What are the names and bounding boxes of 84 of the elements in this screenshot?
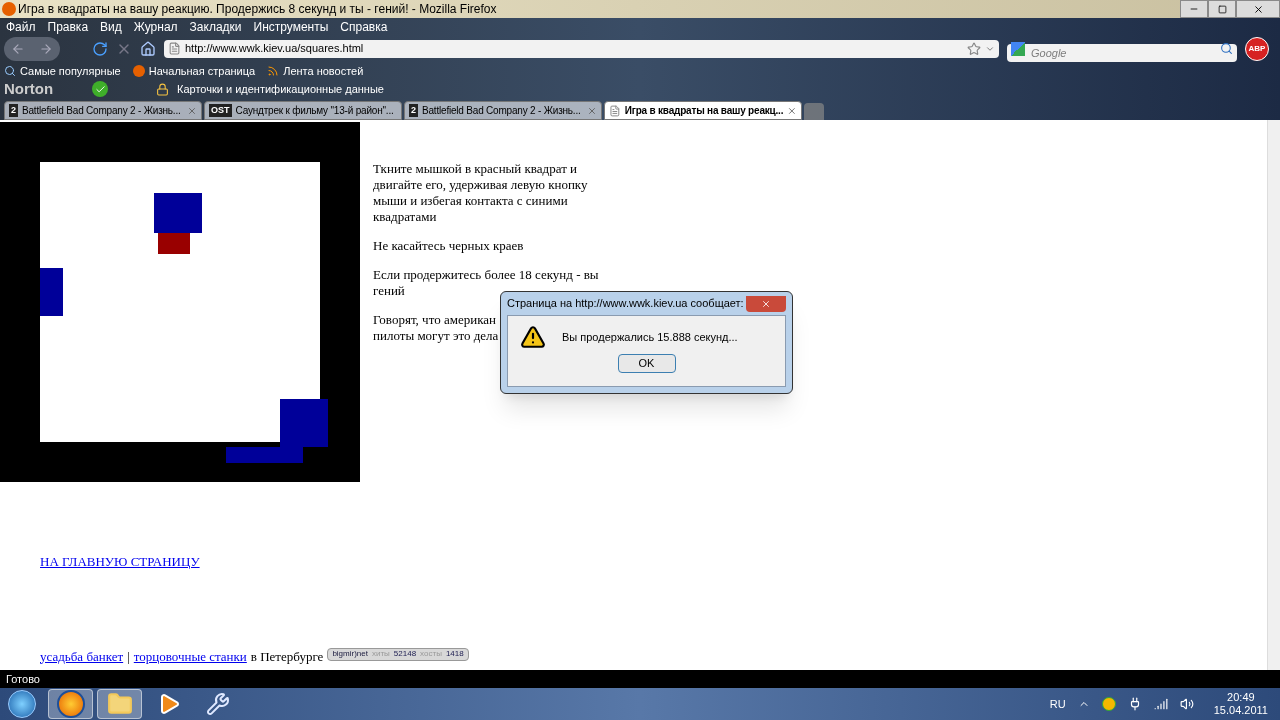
browser-tab[interactable]: 2 Battlefield Bad Company 2 - Жизнь... — [404, 101, 602, 120]
ok-button[interactable]: OK — [617, 354, 676, 373]
search-engine-icon[interactable] — [1011, 41, 1025, 56]
forward-arrow-icon — [39, 41, 53, 56]
close-icon — [1252, 3, 1264, 15]
bookmark-link[interactable]: Начальная страница — [148, 62, 256, 80]
menu-item[interactable]: Вид — [100, 17, 122, 36]
footer-link[interactable]: торцовочные станки — [133, 646, 247, 666]
tab-title: Battlefield Bad Company 2 - Жизнь... — [22, 104, 182, 118]
browser-icon — [56, 690, 85, 718]
counter-label: хиты — [371, 648, 390, 661]
menu-item[interactable]: Закладки — [189, 17, 242, 36]
counter-value: 1418 — [445, 648, 464, 661]
maximize-icon — [1217, 4, 1227, 14]
tab-favicon: 2 — [9, 104, 18, 117]
reload-icon[interactable] — [92, 40, 108, 57]
taskbar-button[interactable] — [48, 689, 93, 719]
back-arrow-icon — [11, 41, 25, 56]
tab-favicon: OST — [209, 104, 232, 117]
tab-favicon: 2 — [409, 104, 418, 117]
close-icon[interactable] — [187, 105, 197, 116]
menu-item[interactable]: Файл — [6, 17, 36, 36]
bookmark-link[interactable]: Лента новостей — [283, 62, 364, 80]
maximize-button[interactable] — [1208, 0, 1236, 18]
search-icon[interactable] — [1220, 41, 1233, 55]
signal-icon[interactable] — [1153, 697, 1168, 711]
back-button[interactable] — [4, 36, 32, 61]
close-icon — [761, 298, 771, 309]
instruction-text: Ткните мышкой в красный квадрат и двигайте его, удерживая левую кнопку мыши и избегая контакта с синими квадратами — [373, 161, 589, 225]
browser-tab[interactable]: 2 Battlefield Bad Company 2 - Жизнь... — [4, 101, 202, 120]
status-text: Готово — [6, 671, 40, 687]
clock-time[interactable]: 20:49 — [1227, 691, 1255, 704]
search-field[interactable]: Google — [1007, 43, 1237, 62]
page-icon — [168, 42, 181, 55]
menu-item[interactable]: Инструменты — [253, 17, 329, 36]
dialog-title: Страница на http://www.wwk.kiev.ua сообщает: — [507, 296, 744, 312]
check-icon[interactable] — [92, 81, 108, 97]
close-button[interactable] — [1236, 0, 1280, 18]
norton-logo: Norton — [4, 78, 55, 99]
wrench-icon — [205, 692, 230, 716]
instruction-text: Если продержитесь более 18 секунд - вы гений — [373, 267, 600, 299]
menu-item[interactable]: Журнал — [133, 17, 178, 36]
browser-icon — [2, 2, 16, 16]
footer-text: в Петербурге — [250, 647, 324, 666]
start-button[interactable] — [8, 690, 36, 718]
window-title: Игра в квадраты на вашу реакцию. Продержись 8 секунд и ты - гений! - Mozilla Firefox — [18, 1, 497, 18]
browser-tab[interactable]: OST Саундтрек к фильму "13-й район"... — [204, 101, 402, 120]
language-indicator[interactable]: RU — [1049, 695, 1066, 713]
close-button[interactable] — [746, 295, 786, 312]
warning-icon — [520, 324, 546, 350]
url-text: http://www.wwk.kiev.ua/squares.html — [185, 41, 364, 57]
instruction-text: Не касайтесь черных краев — [373, 238, 525, 254]
close-icon[interactable] — [787, 105, 797, 116]
footer-link[interactable]: усадьба банкет — [40, 646, 124, 666]
bookmark-link[interactable]: Самые популярные — [20, 62, 121, 80]
browser-tab[interactable]: Игра в квадраты на вашу реакц... — [604, 101, 802, 120]
home-icon[interactable] — [140, 40, 156, 57]
page-icon — [609, 104, 621, 117]
volume-icon[interactable] — [1179, 697, 1194, 711]
search-icon — [4, 65, 16, 77]
lock-icon — [156, 82, 169, 96]
tab-title: Игра в квадраты на вашу реакц... — [624, 104, 784, 118]
counter-brand: bigmir)net — [332, 648, 368, 661]
menu-item[interactable]: Правка — [47, 17, 89, 36]
instruction-text: пилоты могут это дела — [373, 328, 499, 344]
address-field[interactable]: http://www.wwk.kiev.ua/squares.html — [164, 39, 999, 58]
clock-date[interactable]: 15.04.2011 — [1213, 704, 1268, 717]
browser-icon — [132, 65, 145, 77]
adblock-button[interactable]: ABP — [1245, 36, 1269, 61]
menu-item[interactable]: Справка — [340, 17, 388, 36]
rss-icon — [267, 65, 280, 77]
tab-title: Саундтрек к фильму "13-й район"... — [235, 104, 394, 118]
instruction-text: Говорят, что американ — [373, 312, 496, 328]
separator-text: | — [127, 647, 130, 666]
dialog-message: Вы продержались 15.888 секунд... — [562, 329, 738, 345]
forward-button[interactable] — [32, 36, 60, 61]
close-icon[interactable] — [587, 105, 597, 116]
minimize-button[interactable] — [1180, 0, 1208, 18]
counter-value: 52148 — [393, 648, 417, 661]
identity-menu[interactable]: Карточки и идентификационные данные — [177, 80, 384, 98]
home-link[interactable]: НА ГЛАВНУЮ СТРАНИЦУ — [40, 552, 200, 572]
tab-title: Battlefield Bad Company 2 - Жизнь... — [422, 104, 582, 118]
bookmark-star-icon[interactable] — [967, 41, 981, 56]
folder-icon — [106, 691, 133, 717]
